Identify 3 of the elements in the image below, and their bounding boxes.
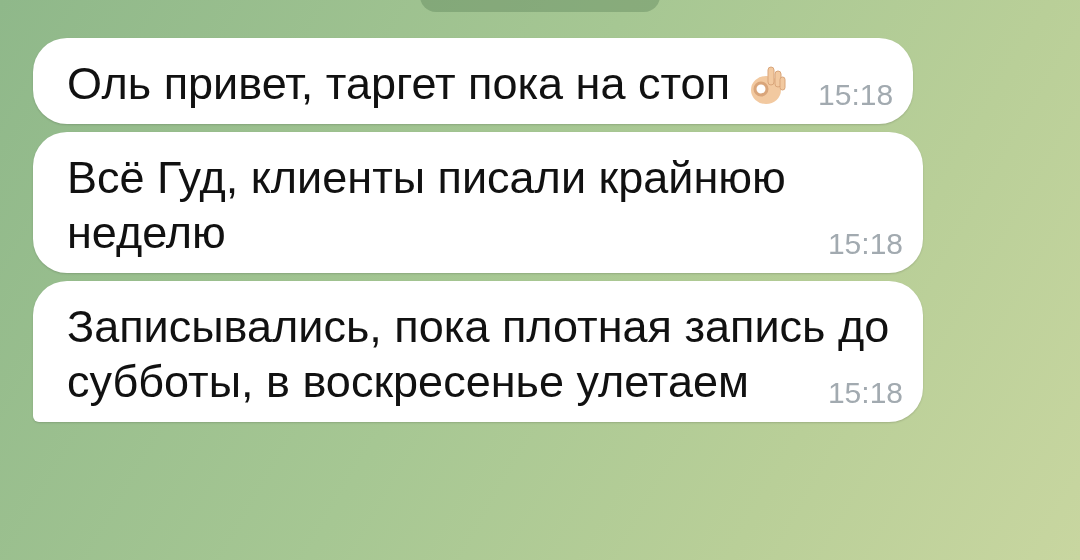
message-time: 15:18 — [827, 227, 903, 261]
message-time: 15:18 — [827, 376, 903, 410]
message-time: 15:18 — [818, 78, 894, 112]
